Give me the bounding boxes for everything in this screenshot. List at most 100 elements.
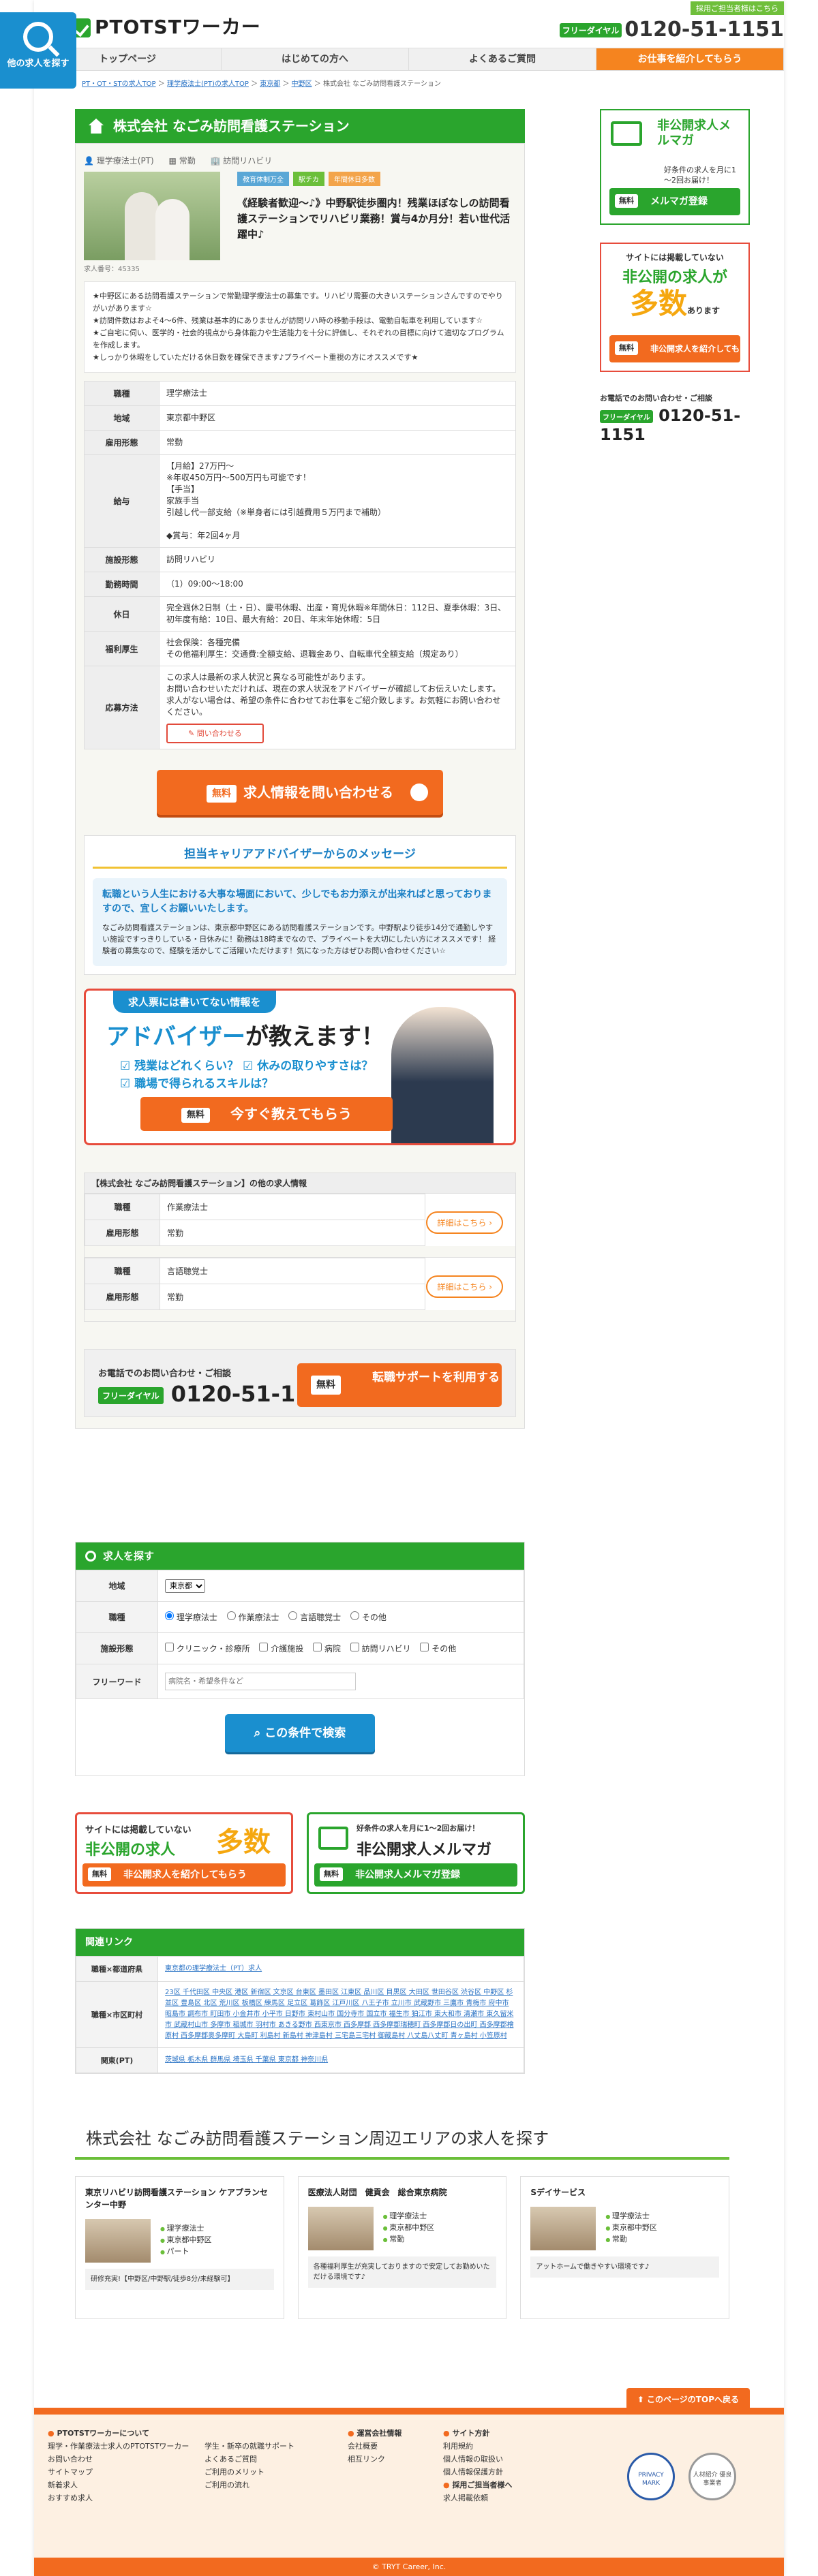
spec-key: 勤務時間	[84, 572, 160, 597]
job-title: 株式会社 なごみ訪問看護ステーション	[113, 118, 350, 134]
banner-button[interactable]: 無料 非公開求人を紹介してもらう	[82, 1863, 286, 1887]
job-detail-box: 👤 理学療法士(PT) ▦ 常勤 🏢 訪問リハビリ 教育体制万全 駅チカ 年間休日多…	[75, 143, 525, 1429]
job-search: 求人を探す 地域 東京都 職種 理学療法士 作業療法士 言語聴覚士 その他 施設形…	[75, 1542, 525, 1776]
feature-label: 駅チカ	[293, 172, 324, 186]
nav-first-time[interactable]: はじめての方へ	[222, 48, 409, 70]
advisor-banner-line: ☑ 残業はどれくらい？ ☑ 休みの取りやすさは？	[120, 1059, 374, 1073]
breadcrumb-item[interactable]: 理学療法士(PT)の求人TOP	[167, 80, 249, 88]
job-radio[interactable]: 言語聴覚士	[288, 1611, 341, 1622]
side-tel[interactable]: お電話でのお問い合わせ・ご相談 フリーダイヤル 0120-51-1151	[600, 392, 750, 444]
side-hidden-button[interactable]: 無料 非公開求人を紹介してもらう	[609, 335, 740, 381]
advisor-message: 担当キャリアアドバイザーからのメッセージ 転職という人生における大事な場面におい…	[84, 835, 516, 975]
inquiry-big-label: 求人情報を問い合わせる	[243, 784, 393, 801]
freedial-icon: フリーダイヤル	[600, 409, 653, 423]
other-job-item: 職種 作業療法士 雇用形態 常勤 詳細はこちら ›	[85, 1193, 515, 1246]
footer-link[interactable]: 新着求人	[48, 2479, 189, 2492]
breadcrumb-item[interactable]: 東京都	[260, 80, 280, 88]
search-key: 施設形態	[76, 1632, 158, 1664]
support-button[interactable]: 無料 転職サポートを利用する	[297, 1363, 502, 1407]
job-tag: ▦ 常勤	[168, 156, 196, 166]
spec-key: 雇用形態	[84, 430, 160, 455]
main-content: 株式会社 なごみ訪問看護ステーション 👤 理学療法士(PT) ▦ 常勤 🏢 訪問…	[75, 109, 525, 1429]
job-radio[interactable]: 作業療法士	[226, 1611, 279, 1622]
footer-link[interactable]: 理学・作業療法士求人のPTOTSTワーカー	[48, 2440, 189, 2453]
footer-link[interactable]: 利用規約	[443, 2440, 512, 2453]
keyword-input[interactable]	[165, 1673, 356, 1690]
side-hidden-text: 多数あります	[629, 287, 721, 320]
breadcrumb-current: 株式会社 なごみ訪問看護ステーション	[322, 80, 441, 88]
footer-link[interactable]: ご利用のメリット	[204, 2466, 294, 2479]
side-mailmag[interactable]: 非公開求人メルマガ 好条件の求人を月に1～2回お届け！ 無料 メルマガ登録	[600, 109, 750, 225]
feature-label: 教育体制万全	[237, 172, 289, 186]
footer-link[interactable]: 個人情報の取扱い	[443, 2453, 512, 2466]
footer-link[interactable]: おすすめ求人	[48, 2492, 189, 2504]
nearby-job-card[interactable]: 医療法人財団 健貢会 総合東京病院 理学療法士東京都中野区常勤 各種福利厚生が充…	[297, 2176, 507, 2319]
freedial-icon: フリーダイヤル	[98, 1386, 164, 1404]
header-tel[interactable]: フリーダイヤル 0120-51-1151	[559, 18, 784, 42]
link-value[interactable]: 23区 千代田区 中央区 港区 新宿区 文京区 台東区 墨田区 江東区 品川区 …	[157, 1981, 524, 2048]
footer-link[interactable]: 学生・新卒の就職サポート	[204, 2440, 294, 2453]
footer-link[interactable]: 個人情報保護方針	[443, 2466, 512, 2479]
side-hidden-jobs[interactable]: サイトには掲載していない 非公開の求人が 多数あります 無料 非公開求人を紹介して…	[600, 243, 750, 381]
search-submit-button[interactable]: ⌕ この条件で検索	[225, 1714, 375, 1752]
facility-photo	[84, 172, 220, 260]
inquiry-small-button[interactable]: ✎ 問い合わせる	[166, 724, 264, 743]
area-select[interactable]: 東京都	[165, 1579, 205, 1593]
advisor-photo	[391, 1007, 494, 1143]
facility-checkbox[interactable]: クリニック・診療所	[165, 1643, 250, 1654]
advisor-banner-pill: 求人票には書いてない情報を	[113, 991, 276, 1013]
header-tel-number: 0120-51-1151	[624, 18, 784, 42]
employer-link[interactable]: 採用ご担当者様はこちら	[691, 1, 784, 15]
job-headline: 《経験者歓迎～♪》中野駅徒歩圏内！残業ほぼなしの訪問看護ステーションでリハビリ業…	[237, 197, 511, 240]
page: PTOTSTワーカー 採用ご担当者様はこちら フリーダイヤル 0120-51-11…	[34, 0, 784, 2576]
site-logo[interactable]: PTOTSTワーカー	[72, 12, 261, 40]
other-jobs-fixed-button[interactable]: 他の求人を探す	[0, 12, 76, 89]
facility-checkbox[interactable]: 介護施設	[259, 1643, 303, 1654]
call-bar: お電話でのお問い合わせ・ご相談 フリーダイヤル 0120-51-1151 無料転…	[84, 1349, 516, 1417]
footer: PTOTSTワーカーについて 理学・作業療法士求人のPTOTSTワーカー お問い…	[34, 2408, 784, 2558]
spec-value: 理学療法士	[159, 381, 516, 406]
breadcrumb-item[interactable]: PT・OT・STの求人TOP	[82, 80, 156, 88]
footer-link[interactable]: お問い合わせ	[48, 2453, 189, 2466]
job-radio[interactable]: 理学療法士	[165, 1611, 217, 1622]
spec-value: 訪問リハビリ	[159, 547, 516, 572]
job-intro: ★中野区にある訪問看護ステーションで常勤理学療法士の募集です。リハビリ需要の大き…	[84, 281, 516, 373]
link-value[interactable]: 東京都の理学療法士（PT）求人	[157, 1956, 524, 1982]
footer-link[interactable]: 相互リンク	[348, 2453, 402, 2466]
nearby-job-card[interactable]: 東京リハビリ訪問看護ステーション ケアプランセンター中野 理学療法士東京都中野区…	[75, 2176, 284, 2319]
other-job-value: 常勤	[160, 1284, 425, 1310]
spec-key: 給与	[84, 454, 160, 548]
card-photo	[85, 2219, 151, 2263]
spec-value: 東京都中野区	[159, 405, 516, 431]
mailmag-banner[interactable]: 好条件の求人を月に1～2回お届け！ 非公開求人メルマガ 無料 非公開求人メルマガ登…	[307, 1812, 525, 1894]
spec-value: 【月給】27万円～ ※年収450万円～500万円も可能です！ 【手当】 家族手当…	[159, 454, 516, 548]
nav-faq[interactable]: よくあるご質問	[409, 48, 596, 70]
hidden-jobs-banner[interactable]: サイトには掲載していない 非公開の求人 多数 無料 非公開求人を紹介してもらう	[75, 1812, 293, 1894]
footer-link[interactable]: 求人掲載依頼	[443, 2492, 512, 2504]
free-badge: 無料	[207, 784, 237, 803]
detail-button[interactable]: 詳細はこちら ›	[426, 1275, 503, 1298]
nav-introduce-job[interactable]: お仕事を紹介してもらう	[596, 48, 784, 70]
footer-link[interactable]: サイトマップ	[48, 2466, 189, 2479]
side-mailmag-button[interactable]: 無料 メルマガ登録	[609, 188, 740, 215]
job-radio[interactable]: その他	[350, 1611, 387, 1622]
other-job-value: 常勤	[160, 1220, 425, 1246]
breadcrumb-item[interactable]: 中野区	[292, 80, 312, 88]
banner-button[interactable]: 無料 非公開求人メルマガ登録	[314, 1863, 517, 1887]
facility-checkbox[interactable]: その他	[420, 1643, 456, 1654]
search-key: フリーワード	[76, 1664, 158, 1699]
advisor-banner[interactable]: 求人票には書いてない情報を アドバイザーが教えます！ ☑ 残業はどれくらい？ ☑…	[84, 989, 516, 1145]
link-value[interactable]: 茨城県 栃木県 群馬県 埼玉県 千葉県 東京都 神奈川県	[157, 2047, 524, 2073]
inquiry-big-button[interactable]: 無料 求人情報を問い合わせる	[157, 770, 443, 815]
facility-checkbox[interactable]: 訪問リハビリ	[350, 1643, 411, 1654]
detail-button[interactable]: 詳細はこちら ›	[426, 1211, 503, 1234]
header: PTOTSTワーカー 採用ご担当者様はこちら フリーダイヤル 0120-51-11…	[34, 0, 784, 48]
side-mailmag-title: 非公開求人メルマガ	[657, 119, 731, 148]
footer-link[interactable]: よくあるご質問	[204, 2453, 294, 2466]
nearby-job-card[interactable]: Sデイサービス 理学療法士東京都中野区常勤 アットホームで働きやすい環境です♪	[520, 2176, 730, 2319]
sidebar: 非公開求人メルマガ 好条件の求人を月に1～2回お届け！ 無料 メルマガ登録 サイト…	[600, 109, 750, 444]
footer-link[interactable]: 会社概要	[348, 2440, 402, 2453]
advisor-banner-button[interactable]: 無料 今すぐ教えてもらう	[140, 1097, 393, 1131]
facility-checkbox[interactable]: 病院	[313, 1643, 341, 1654]
footer-link[interactable]: ご利用の流れ	[204, 2479, 294, 2492]
